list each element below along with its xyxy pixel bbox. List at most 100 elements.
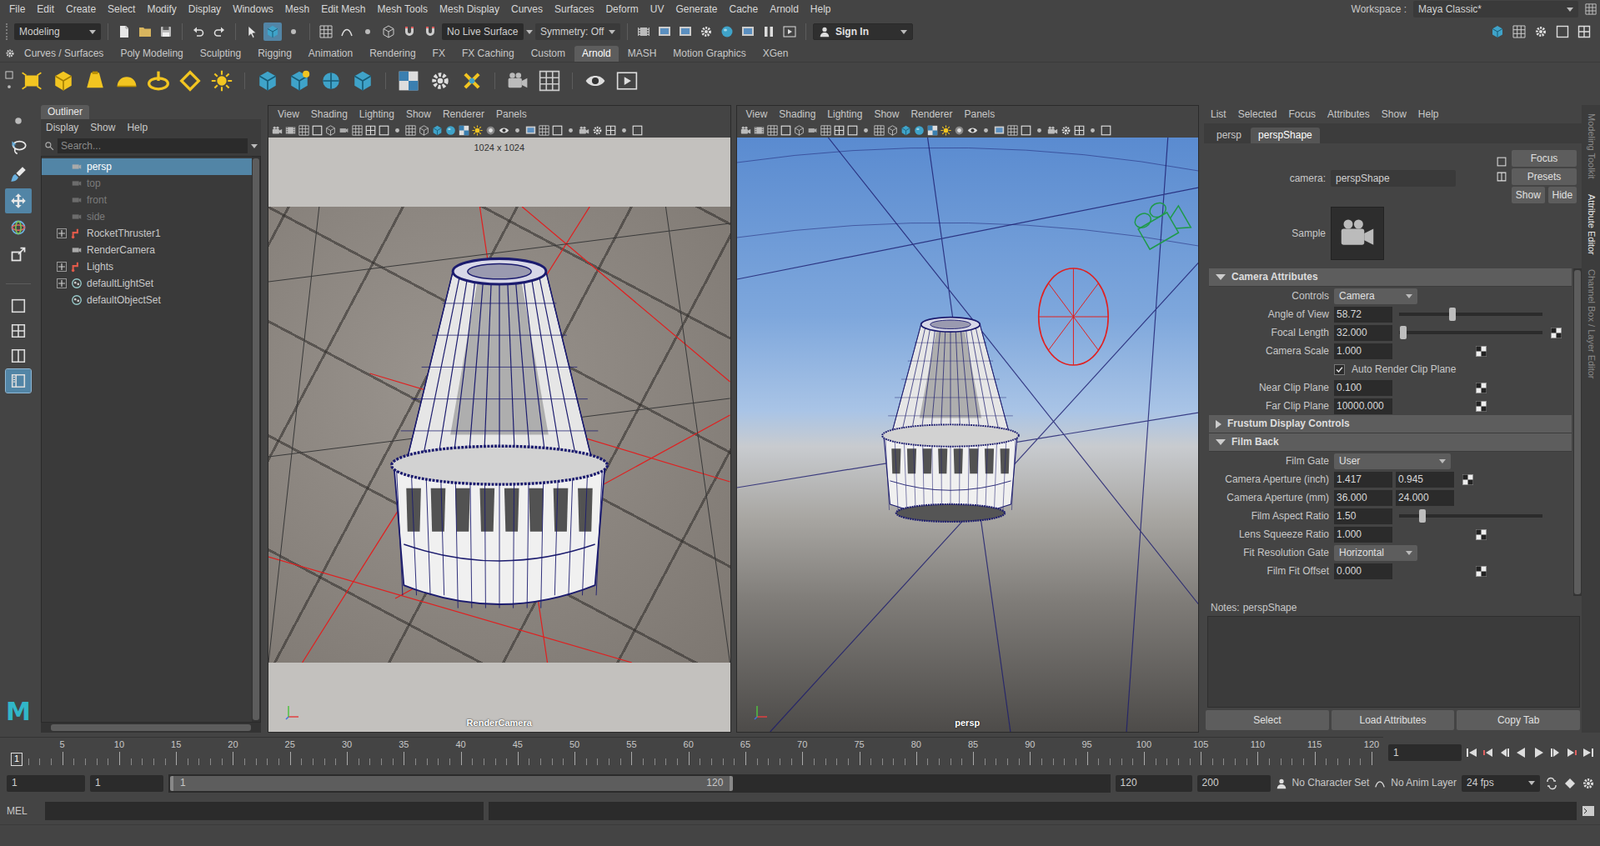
step-forward-frame-icon[interactable] [1548,746,1562,760]
viewport-film-icon[interactable] [285,125,296,136]
viewport-canvas[interactable]: 1024 x 1024RenderCamera [268,137,731,733]
attribute-dropdown[interactable]: Horizontal [1334,545,1418,562]
number-field[interactable]: 1.50 [1334,508,1393,525]
layout-icon[interactable] [1584,3,1597,16]
menu-item[interactable]: Help [804,3,838,16]
viewport-cam-icon[interactable] [1047,125,1059,136]
standin-button[interactable] [254,67,281,95]
expand-icon[interactable] [56,228,67,239]
section-header[interactable]: Frustum Display Controls [1208,415,1572,434]
new-scene[interactable] [115,22,134,41]
menu-item[interactable]: Mesh [279,3,316,16]
photometric-light-button[interactable] [81,67,109,95]
caret-icon[interactable] [1405,294,1413,299]
menu-item[interactable]: List [1210,108,1227,121]
caret-icon[interactable] [1528,781,1535,786]
node-tab[interactable]: perspShape [1250,127,1320,144]
viewport-dot-icon[interactable] [618,125,630,136]
viewport-single-icon[interactable] [378,125,390,136]
step-back-key-icon[interactable] [1481,746,1495,760]
node-name-field[interactable]: perspShape [1330,170,1456,187]
viewport-dot-icon[interactable] [980,125,992,136]
menu-item[interactable]: Panels [957,108,1001,121]
focus-button[interactable]: Focus [1511,150,1577,167]
search-icon[interactable] [44,140,55,151]
number-field[interactable]: 24.000 [1395,490,1455,507]
attribute-slider[interactable] [1399,331,1543,335]
snap-curve[interactable] [337,22,357,41]
select-hierarchy[interactable] [242,22,261,41]
skydome-light-button[interactable] [113,67,141,95]
section-header[interactable]: Film Back [1208,433,1572,452]
render-frame[interactable] [655,22,674,41]
viewport-dot-icon[interactable] [565,125,577,136]
preferences-icon[interactable] [1581,777,1595,791]
time-slider[interactable]: 5101520253035404550556065707580859095100… [0,737,1384,769]
viewport-wire-icon[interactable] [325,125,337,136]
shelf-tab[interactable]: Custom [523,45,573,62]
outliner-item[interactable]: defaultObjectSet [41,291,252,309]
viewport-xray-icon[interactable] [485,125,497,136]
caret-icon[interactable] [250,144,258,149]
viewport-single-icon[interactable] [1100,125,1112,136]
expand-arrow-icon[interactable] [1215,420,1222,429]
menu-item[interactable]: View [271,108,306,121]
paint-tool[interactable] [5,161,32,187]
scale-tool[interactable] [5,241,32,267]
animation-end-field[interactable]: 200 [1197,775,1271,793]
menu-item[interactable]: Attributes [1327,108,1370,121]
viewport-dot-icon[interactable] [391,125,403,136]
snap-view[interactable] [379,22,398,41]
expand-arrow-icon[interactable] [1215,439,1226,446]
horizontal-scrollbar[interactable] [40,722,261,733]
map-texture-icon[interactable] [1550,327,1562,339]
current-frame-marker[interactable]: 1 [10,752,23,767]
go-to-start-icon[interactable] [1464,746,1479,760]
menu-item[interactable]: Create [60,3,102,16]
menu-item[interactable]: Display [182,3,227,16]
shelf-tab[interactable]: FX Caching [454,45,522,62]
menu-item[interactable]: Show [400,108,437,121]
number-field[interactable]: 32.000 [1334,325,1393,342]
step-forward-key-icon[interactable] [1564,746,1579,760]
shelf-tab[interactable]: Curves / Surfaces [16,45,111,62]
menu-item[interactable]: UV [644,3,671,16]
map-texture-icon[interactable] [1475,382,1487,394]
menu-item[interactable]: Generate [669,3,723,16]
scroll-thumb[interactable] [252,158,260,721]
mesh-light-button[interactable] [50,67,77,95]
loop-icon[interactable] [1544,777,1559,791]
viewport-single-icon[interactable] [551,125,563,136]
single-layout[interactable] [5,294,31,318]
node-tab[interactable]: persp [1208,127,1249,144]
viewport-grid-icon[interactable] [820,125,832,136]
render-camera-button[interactable] [504,67,532,95]
viewport-gear-icon[interactable] [1060,125,1072,136]
number-field[interactable]: 0.000 [1334,563,1393,580]
character-set-icon[interactable] [1275,777,1288,790]
sun-light-button[interactable] [208,67,236,95]
layout-toggle[interactable] [1574,22,1594,41]
sign-in-button[interactable]: Sign In [812,23,913,41]
select-object[interactable] [263,22,282,41]
caret-icon[interactable] [900,30,908,35]
shelf-menu-icon[interactable] [5,48,16,59]
viewport-four-icon[interactable] [605,125,617,136]
footer-button[interactable]: Copy Tab [1456,710,1580,731]
menu-item[interactable]: Lighting [821,108,868,121]
number-field[interactable]: 58.72 [1334,306,1393,323]
viewport-sun-icon[interactable] [471,125,483,136]
viewport-wire-icon[interactable] [418,125,430,136]
shelf-tab[interactable]: Poly Modeling [112,45,191,62]
viewport-render-icon[interactable] [993,125,1005,136]
caret-icon[interactable] [1439,459,1446,464]
viewport-eye-icon[interactable] [967,125,979,136]
snap-live[interactable] [421,22,440,41]
caret-icon[interactable] [608,30,616,35]
presets-button[interactable]: Presets [1511,168,1577,186]
attribute-dropdown[interactable]: Camera [1334,288,1418,305]
viewport-grid-icon[interactable] [767,125,778,136]
menu-item[interactable]: Help [1418,108,1440,121]
menu-item[interactable]: Shading [772,108,822,121]
scrollbar[interactable] [251,156,261,723]
